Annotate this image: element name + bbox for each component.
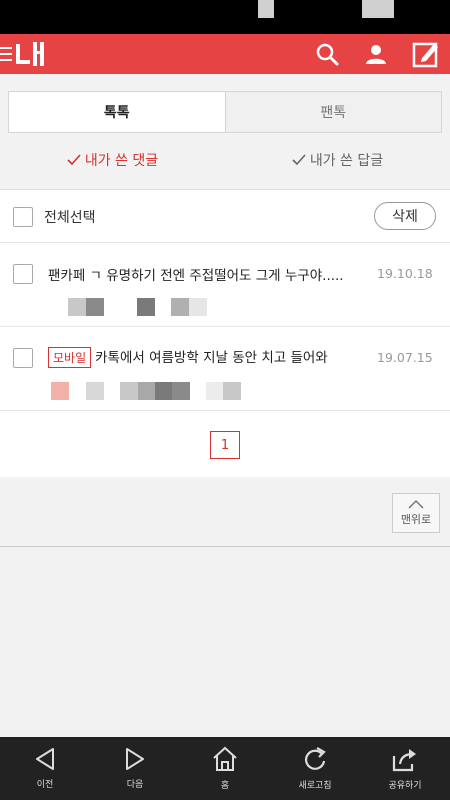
search-icon: [316, 43, 339, 66]
status-bar-block: [362, 0, 394, 18]
scroll-top-label: 맨위로: [400, 513, 432, 526]
nav-label: 새로고침: [298, 781, 332, 791]
subtab-label: 내가 쓴 댓글: [84, 153, 159, 169]
write-button[interactable]: [410, 38, 442, 70]
write-icon: [412, 42, 438, 68]
post-title-row[interactable]: 모바일 카톡에서 여름방학 지날 동안 치고 들어와: [48, 346, 366, 368]
status-bar-block: [258, 0, 274, 18]
logo-mark: [16, 42, 44, 66]
nav-label: 홈: [220, 781, 230, 791]
check-icon: [292, 154, 306, 166]
logo[interactable]: [0, 38, 56, 70]
list-item[interactable]: 모바일 카톡에서 여름방학 지날 동안 치고 들어와 19.07.15: [0, 327, 450, 411]
refresh-icon: [304, 747, 326, 770]
nav-label: 이전: [36, 780, 54, 790]
nav-refresh[interactable]: 새로고침: [270, 737, 360, 800]
post-date: 19.10.18: [377, 266, 433, 281]
post-title: 카톡에서 여름방학 지날 동안 치고 들어와: [95, 350, 328, 366]
forward-icon: [126, 748, 144, 770]
status-bar: [0, 0, 450, 34]
bottom-nav: 이전 다음 홈 새로고침 공유하기: [0, 737, 450, 800]
nav-label: 다음: [126, 780, 144, 790]
subtab-my-replies[interactable]: 내가 쓴 답글: [225, 145, 450, 175]
nav-forward[interactable]: 다음: [90, 737, 180, 800]
check-icon: [67, 154, 81, 166]
user-icon: [366, 45, 386, 64]
list-item[interactable]: 팬카페 ㄱ 유명하기 전엔 주접떨어도 그게 누구야..... 19.10.18: [0, 243, 450, 327]
mobile-badge: 모바일: [48, 347, 92, 368]
nav-label: 공유하기: [388, 781, 422, 791]
item-checkbox[interactable]: [13, 264, 33, 284]
subtab-label: 내가 쓴 답글: [309, 153, 384, 169]
nav-home[interactable]: 홈: [180, 737, 270, 800]
nav-share[interactable]: 공유하기: [360, 737, 450, 800]
chevron-up-icon: [408, 499, 424, 509]
hamburger-icon: [0, 42, 44, 66]
select-all-checkbox[interactable]: [13, 207, 33, 227]
scroll-top-button[interactable]: 맨위로: [392, 493, 440, 533]
profile-button[interactable]: [360, 38, 392, 70]
share-icon: [392, 749, 416, 772]
select-all-label: 전체선택: [44, 210, 96, 226]
top-app-bar: [0, 34, 450, 74]
select-all-row: 전체선택 삭제: [0, 190, 450, 243]
tab-fantok[interactable]: 팬톡: [224, 92, 441, 132]
search-button[interactable]: [311, 38, 343, 70]
main-tabs: 톡톡 팬톡: [8, 91, 442, 133]
tab-toktok[interactable]: 톡톡: [9, 92, 225, 132]
sub-tabs: 내가 쓴 댓글 내가 쓴 답글: [0, 145, 450, 175]
item-checkbox[interactable]: [13, 348, 33, 368]
back-icon: [36, 748, 54, 770]
divider: [0, 546, 450, 547]
post-title[interactable]: 팬카페 ㄱ 유명하기 전엔 주접떨어도 그게 누구야.....: [48, 264, 366, 284]
post-date: 19.07.15: [377, 350, 433, 365]
pagination-current[interactable]: 1: [210, 431, 240, 459]
subtab-my-comments[interactable]: 내가 쓴 댓글: [0, 145, 225, 175]
home-icon: [213, 746, 237, 771]
nav-back[interactable]: 이전: [0, 737, 90, 800]
delete-button[interactable]: 삭제: [374, 202, 436, 230]
